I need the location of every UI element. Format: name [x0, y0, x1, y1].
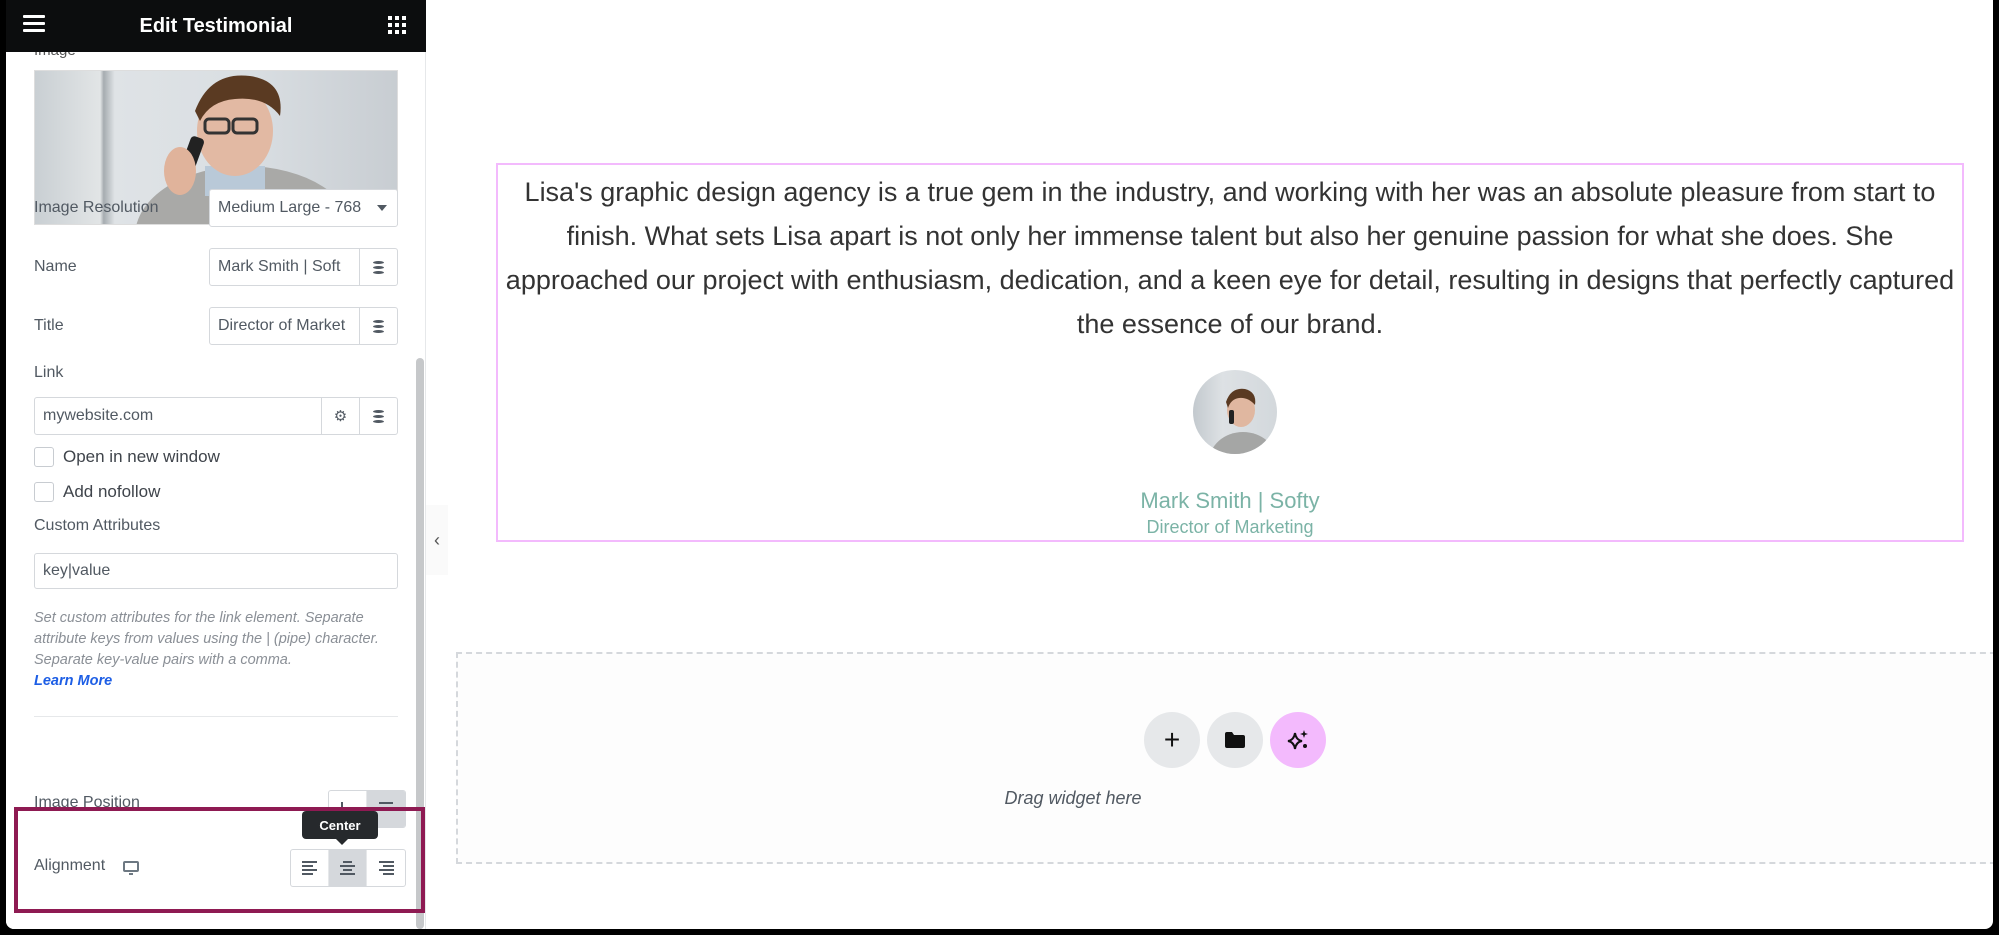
image-resolution-select[interactable]: Medium Large - 768 [209, 189, 398, 227]
editor-window: Edit Testimonial Image Image Reso [6, 0, 1993, 929]
open-new-window-option[interactable]: Open in new window [34, 447, 220, 467]
ai-assistant-button[interactable] [1270, 712, 1326, 768]
link-value: mywebsite.com [43, 407, 154, 424]
panel-scrollbar[interactable] [416, 358, 424, 929]
avatar-photo [1210, 388, 1276, 454]
name-value: Mark Smith | Soft [218, 258, 341, 275]
link-label: Link [34, 364, 64, 381]
editor-panel: Edit Testimonial Image Image Reso [6, 0, 426, 929]
align-left-icon [302, 861, 317, 875]
dynamic-tags-button[interactable] [359, 249, 397, 285]
widgets-grid-icon[interactable] [388, 16, 406, 34]
dynamic-tags-button[interactable] [359, 398, 397, 434]
drag-widget-hint: Drag widget here [1004, 788, 1142, 808]
collapse-panel-button[interactable]: ‹ [426, 505, 448, 575]
panel-title: Edit Testimonial [139, 14, 293, 37]
plus-icon: + [1163, 724, 1181, 755]
testimonial-name: Mark Smith | Softy [1140, 488, 1320, 513]
title-label: Title [34, 317, 64, 334]
title-input[interactable]: Director of Market [209, 307, 398, 345]
database-icon [373, 409, 384, 423]
alignment-control [290, 849, 406, 887]
align-left-button[interactable] [291, 850, 329, 886]
add-nofollow-checkbox[interactable] [34, 482, 54, 502]
custom-attributes-input[interactable]: key|value [34, 553, 398, 589]
align-center-button[interactable] [329, 850, 367, 886]
drop-zone[interactable]: + Drag widget here [456, 652, 1993, 864]
panel-header: Edit Testimonial [6, 0, 426, 52]
menu-icon[interactable] [23, 15, 45, 35]
add-nofollow-option[interactable]: Add nofollow [34, 482, 160, 502]
name-label: Name [34, 258, 77, 275]
learn-more-link[interactable]: Learn More [34, 671, 404, 692]
align-right-button[interactable] [367, 850, 405, 886]
alignment-label: Alignment [34, 857, 106, 874]
name-input[interactable]: Mark Smith | Soft [209, 248, 398, 286]
alignment-label-row: Alignment [34, 857, 140, 875]
open-new-window-label: Open in new window [63, 447, 220, 466]
panel-body: Image Image Resolution Medium Large - 76… [6, 52, 416, 929]
dynamic-tags-button[interactable] [359, 308, 397, 344]
image-label: Image [34, 52, 76, 59]
section-divider [34, 716, 398, 717]
image-resolution-label: Image Resolution [34, 199, 159, 216]
desktop-responsive-icon[interactable] [123, 860, 140, 875]
open-new-window-checkbox[interactable] [34, 447, 54, 467]
image-resolution-value: Medium Large - 768 [218, 199, 362, 216]
image-position-label: Image Position [34, 794, 140, 811]
custom-attributes-label: Custom Attributes [34, 517, 161, 534]
align-center-icon [340, 861, 355, 875]
database-icon [373, 319, 384, 333]
custom-attributes-placeholder: key|value [43, 562, 111, 579]
add-nofollow-label: Add nofollow [63, 482, 161, 501]
position-top-icon [379, 802, 393, 816]
database-icon [373, 260, 384, 274]
custom-attributes-help: Set custom attributes for the link eleme… [34, 608, 404, 692]
help-text: Set custom attributes for the link eleme… [34, 610, 379, 668]
sparkle-icon [1287, 730, 1308, 750]
align-right-icon [378, 861, 394, 875]
center-tooltip: Center [302, 811, 378, 845]
title-value: Director of Market [218, 317, 346, 334]
gear-icon: ⚙ [333, 408, 348, 425]
testimonial-content: Lisa's graphic design agency is a true g… [505, 177, 1955, 339]
chevron-left-icon: ‹ [434, 529, 440, 550]
add-template-button[interactable] [1207, 712, 1263, 768]
link-options-button[interactable]: ⚙ [321, 398, 359, 434]
testimonial-avatar [1193, 370, 1277, 454]
testimonial-widget[interactable]: Lisa's graphic design agency is a true g… [496, 163, 1964, 542]
testimonial-job: Director of Marketing [1146, 517, 1314, 537]
chevron-down-icon [377, 205, 387, 211]
add-section-button[interactable]: + [1144, 712, 1200, 768]
link-input[interactable]: mywebsite.com ⚙ [34, 397, 398, 435]
folder-icon [1225, 732, 1245, 748]
